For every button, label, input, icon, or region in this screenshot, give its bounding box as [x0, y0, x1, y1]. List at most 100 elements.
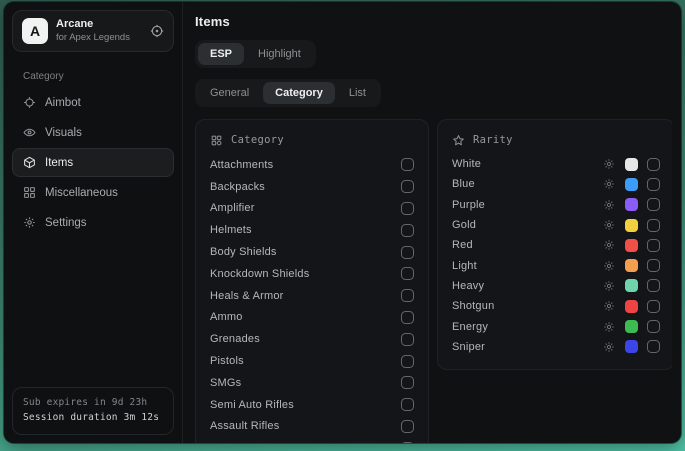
rarity-item-label: Heavy: [452, 280, 603, 292]
category-item-label: Knockdown Shields: [210, 268, 401, 280]
main-content: Items ESPHighlight GeneralCategoryList C…: [183, 2, 681, 443]
checkbox[interactable]: [647, 198, 660, 211]
category-item-label: Pistols: [210, 355, 401, 367]
session-info-box: Sub expires in 9d 23h Session duration 3…: [12, 387, 174, 435]
category-row: Semi Auto Rifles: [210, 394, 414, 416]
checkbox[interactable]: [401, 267, 414, 280]
category-list: Attachments Backpacks Amplifier Helmets …: [210, 154, 414, 443]
checkbox[interactable]: [401, 333, 414, 346]
category-item-label: Assault Rifles: [210, 420, 401, 432]
rarity-row: Sniper: [452, 337, 660, 357]
category-row: Grenades: [210, 328, 414, 350]
checkbox[interactable]: [401, 246, 414, 259]
checkbox[interactable]: [401, 158, 414, 171]
rarity-item-label: Energy: [452, 321, 603, 333]
category-row: Knockdown Shields: [210, 263, 414, 285]
checkbox[interactable]: [647, 158, 660, 171]
checkbox[interactable]: [647, 320, 660, 333]
tab-esp[interactable]: ESP: [198, 43, 244, 65]
grid-icon: [23, 186, 36, 199]
rarity-panel-header: Rarity: [452, 128, 660, 152]
gear-icon[interactable]: [603, 260, 615, 272]
target-icon[interactable]: [150, 24, 164, 38]
category-item-label: Helmets: [210, 224, 401, 236]
rarity-row: Energy: [452, 316, 660, 336]
checkbox[interactable]: [401, 442, 414, 443]
app-logo: A: [22, 18, 48, 44]
checkbox[interactable]: [647, 219, 660, 232]
color-swatch[interactable]: [625, 279, 638, 292]
category-item-label: Amplifier: [210, 202, 401, 214]
color-swatch[interactable]: [625, 300, 638, 313]
checkbox[interactable]: [647, 178, 660, 191]
sidebar-item-visuals[interactable]: Visuals: [12, 118, 174, 147]
rarity-item-label: Shotgun: [452, 300, 603, 312]
category-row: LMGs: [210, 437, 414, 443]
app-window: A Arcane for Apex Legends Category Aimbo…: [4, 2, 681, 443]
sidebar-item-items[interactable]: Items: [12, 148, 174, 177]
category-row: Body Shields: [210, 241, 414, 263]
gear-icon[interactable]: [603, 178, 615, 190]
gear-icon[interactable]: [603, 199, 615, 211]
checkbox[interactable]: [401, 289, 414, 302]
color-swatch[interactable]: [625, 219, 638, 232]
sidebar-item-settings[interactable]: Settings: [12, 208, 174, 237]
color-swatch[interactable]: [625, 320, 638, 333]
gear-icon[interactable]: [603, 321, 615, 333]
crosshair-icon: [23, 96, 36, 109]
star-icon: [452, 134, 465, 147]
checkbox[interactable]: [647, 239, 660, 252]
checkbox[interactable]: [647, 259, 660, 272]
color-swatch[interactable]: [625, 158, 638, 171]
rarity-row: Heavy: [452, 276, 660, 296]
category-panel: Category Attachments Backpacks Amplifier…: [195, 119, 429, 443]
checkbox[interactable]: [401, 180, 414, 193]
sidebar-item-miscellaneous[interactable]: Miscellaneous: [12, 178, 174, 207]
checkbox[interactable]: [401, 202, 414, 215]
gear-icon[interactable]: [603, 158, 615, 170]
checkbox[interactable]: [401, 398, 414, 411]
color-swatch[interactable]: [625, 198, 638, 211]
checkbox[interactable]: [647, 340, 660, 353]
gear-icon[interactable]: [603, 280, 615, 292]
app-subtitle: for Apex Legends: [56, 32, 130, 44]
category-icon: [210, 134, 223, 147]
gear-icon[interactable]: [603, 219, 615, 231]
tab-list[interactable]: List: [337, 82, 378, 104]
category-panel-header: Category: [210, 128, 414, 152]
color-swatch[interactable]: [625, 259, 638, 272]
gear-icon[interactable]: [603, 300, 615, 312]
gear-icon[interactable]: [603, 239, 615, 251]
category-row: Pistols: [210, 350, 414, 372]
color-swatch[interactable]: [625, 178, 638, 191]
category-row: Assault Rifles: [210, 416, 414, 438]
category-row: Ammo: [210, 307, 414, 329]
sub-expires-text: Sub expires in 9d 23h: [23, 395, 163, 411]
tab-category[interactable]: Category: [263, 82, 335, 104]
checkbox[interactable]: [401, 355, 414, 368]
checkbox[interactable]: [647, 300, 660, 313]
color-swatch[interactable]: [625, 239, 638, 252]
tab-highlight[interactable]: Highlight: [246, 43, 313, 65]
sidebar-item-aimbot[interactable]: Aimbot: [12, 88, 174, 117]
tab-general[interactable]: General: [198, 82, 261, 104]
rarity-panel: Rarity White Blue Purple Gold Red: [437, 119, 672, 370]
rarity-row: White: [452, 154, 660, 174]
gear-icon[interactable]: [603, 341, 615, 353]
rarity-item-label: Purple: [452, 199, 603, 211]
box-icon: [23, 156, 36, 169]
sidebar-nav: Aimbot Visuals Items Miscellaneous Setti…: [4, 88, 182, 237]
checkbox[interactable]: [401, 376, 414, 389]
checkbox[interactable]: [647, 279, 660, 292]
rarity-row: Light: [452, 255, 660, 275]
category-item-label: Heals & Armor: [210, 290, 401, 302]
sidebar: A Arcane for Apex Legends Category Aimbo…: [4, 2, 183, 443]
color-swatch[interactable]: [625, 340, 638, 353]
checkbox[interactable]: [401, 311, 414, 324]
rarity-row: Shotgun: [452, 296, 660, 316]
gear-icon: [23, 216, 36, 229]
rarity-row: Purple: [452, 195, 660, 215]
category-row: SMGs: [210, 372, 414, 394]
checkbox[interactable]: [401, 224, 414, 237]
checkbox[interactable]: [401, 420, 414, 433]
